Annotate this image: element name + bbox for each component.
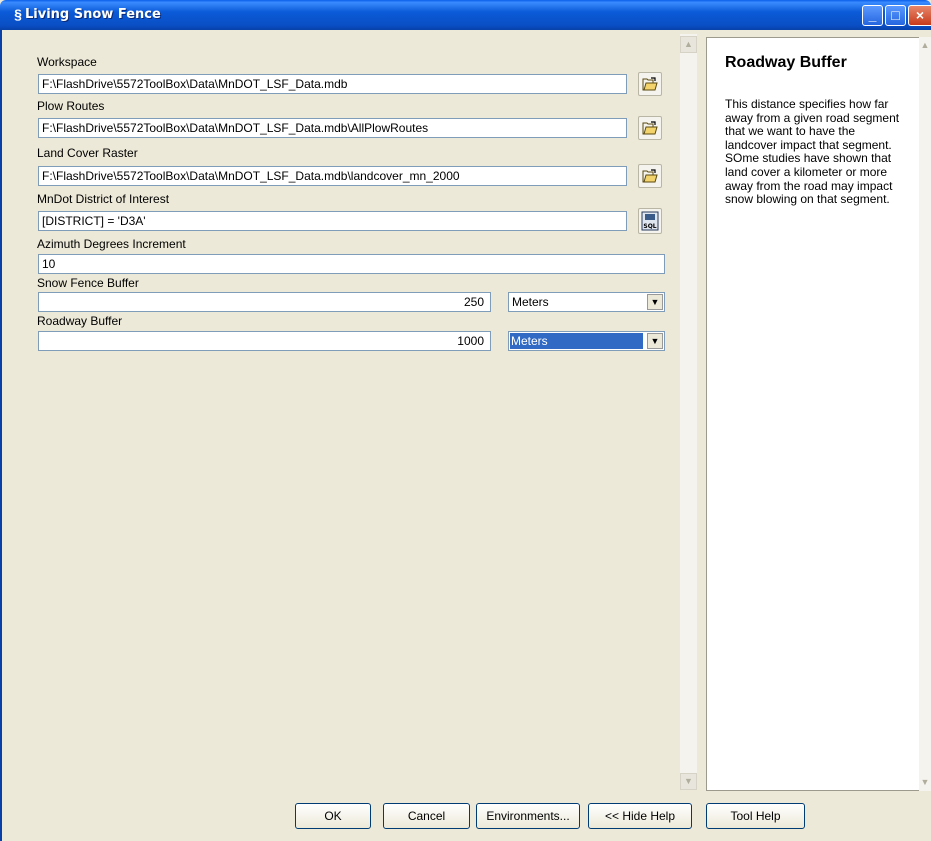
minimize-button[interactable]: _ [862, 5, 883, 26]
maximize-button[interactable]: □ [885, 5, 906, 26]
tool-help-button[interactable]: Tool Help [706, 803, 805, 829]
sql-builder-button[interactable]: SQL [638, 208, 662, 234]
plow-routes-label: Plow Routes [37, 99, 105, 113]
sql-icon: SQL [641, 211, 659, 231]
minimize-icon: _ [868, 7, 877, 23]
environments-button[interactable]: Environments... [476, 803, 580, 829]
parameters-scrollbar[interactable]: ▲ ▼ [680, 34, 697, 790]
hide-help-button[interactable]: << Hide Help [588, 803, 692, 829]
chevron-down-icon[interactable]: ▼ [647, 333, 663, 349]
roadway-unit-select[interactable]: Meters ▼ [508, 331, 665, 351]
help-text: This distance specifies how far away fro… [725, 97, 900, 207]
close-button[interactable]: × [908, 5, 931, 26]
svg-text:SQL: SQL [643, 223, 656, 230]
help-scrollbar[interactable]: ▲ ▼ [919, 37, 931, 791]
snow-fence-unit-value: Meters [512, 295, 549, 309]
land-cover-input[interactable]: F:\FlashDrive\5572ToolBox\Data\MnDOT_LSF… [38, 166, 627, 186]
plow-routes-browse-button[interactable] [638, 116, 662, 140]
title-bar[interactable]: § Living Snow Fence _ □ × [0, 0, 931, 30]
plow-routes-input[interactable]: F:\FlashDrive\5572ToolBox\Data\MnDOT_LSF… [38, 118, 627, 138]
close-icon: × [915, 7, 925, 23]
district-input[interactable]: [DISTRICT] = 'D3A' [38, 211, 627, 231]
maximize-icon: □ [891, 7, 900, 23]
roadway-buffer-label: Roadway Buffer [37, 314, 123, 328]
scroll-down-icon[interactable]: ▼ [680, 773, 697, 790]
cancel-button[interactable]: Cancel [383, 803, 470, 829]
scroll-down-icon[interactable]: ▼ [919, 774, 931, 791]
snow-fence-buffer-input[interactable]: 250 [38, 292, 491, 312]
district-label: MnDot District of Interest [37, 192, 170, 206]
open-folder-icon [642, 169, 658, 183]
snow-fence-unit-select[interactable]: Meters ▼ [508, 292, 665, 312]
open-folder-icon [642, 77, 658, 91]
workspace-input[interactable]: F:\FlashDrive\5572ToolBox\Data\MnDOT_LSF… [38, 74, 627, 94]
ok-button[interactable]: OK [295, 803, 371, 829]
land-cover-browse-button[interactable] [638, 164, 662, 188]
window-title: Living Snow Fence [25, 7, 161, 22]
snow-fence-buffer-label: Snow Fence Buffer [37, 276, 139, 290]
azimuth-input[interactable]: 10 [38, 254, 665, 274]
land-cover-label: Land Cover Raster [37, 146, 138, 160]
scroll-up-icon[interactable]: ▲ [919, 37, 931, 54]
workspace-browse-button[interactable] [638, 72, 662, 96]
chevron-down-icon[interactable]: ▼ [647, 294, 663, 310]
script-icon: § [14, 6, 22, 22]
roadway-buffer-input[interactable]: 1000 [38, 331, 491, 351]
workspace-label: Workspace [37, 55, 97, 69]
parameters-panel [0, 30, 700, 792]
open-folder-icon [642, 121, 658, 135]
help-title: Roadway Buffer [725, 54, 847, 71]
azimuth-label: Azimuth Degrees Increment [37, 237, 186, 251]
scroll-up-icon[interactable]: ▲ [680, 36, 697, 53]
roadway-unit-value: Meters [510, 333, 643, 349]
